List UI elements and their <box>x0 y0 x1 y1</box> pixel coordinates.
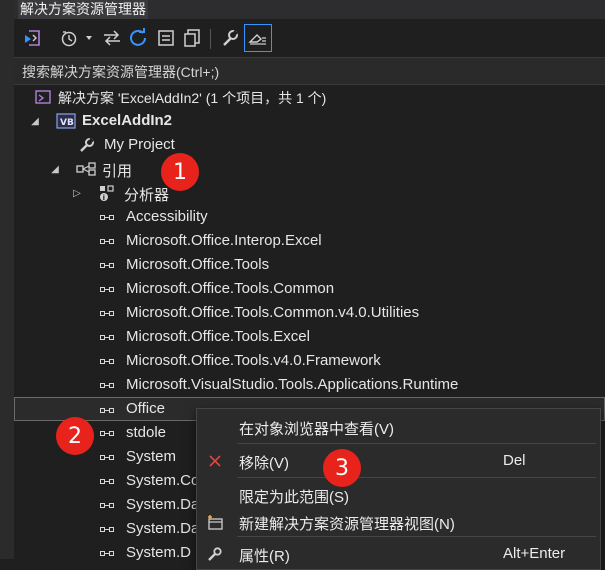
reference-icon <box>100 277 114 301</box>
reference-label: Microsoft.Office.Tools.Common.v4.0.Utili… <box>126 304 420 321</box>
reference-label: System.Da <box>126 496 200 513</box>
solution-icon <box>34 85 52 109</box>
reference-item[interactable]: Microsoft.Office.Tools.Common.v4.0.Utili… <box>14 301 605 325</box>
search-placeholder: 搜索解决方案资源管理器(Ctrl+;) <box>22 64 220 80</box>
remove-x-icon <box>203 445 227 477</box>
reference-item[interactable]: Microsoft.VisualStudio.Tools.Application… <box>14 373 605 397</box>
reference-item[interactable]: Microsoft.Office.Tools <box>14 253 605 277</box>
reference-icon <box>100 445 114 469</box>
menu-separator <box>237 536 596 537</box>
reference-icon <box>100 469 114 493</box>
reference-icon <box>100 541 114 565</box>
menu-item-shortcut: Del <box>503 452 526 469</box>
menu-item-label: 在对象浏览器中查看(V) <box>239 421 394 438</box>
svg-text:i: i <box>103 194 105 202</box>
menu-item-label: 新建解决方案资源管理器视图(N) <box>239 516 455 533</box>
reference-icon <box>100 398 114 422</box>
reference-item[interactable]: Microsoft.Office.Tools.Excel <box>14 325 605 349</box>
menu-separator <box>237 443 596 444</box>
context-menu: 在对象浏览器中查看(V) 移除(V) Del 限定为此范围(S) 新建解决方案资… <box>196 408 601 570</box>
reference-icon <box>100 493 114 517</box>
menu-item-remove[interactable]: 移除(V) Del <box>197 445 600 477</box>
menu-item-shortcut: Alt+Enter <box>503 545 566 562</box>
annotation-badge-1: 1 <box>161 153 199 191</box>
reference-label: Microsoft.Office.Tools <box>126 256 270 273</box>
reference-label: Microsoft.Office.Interop.Excel <box>126 232 322 249</box>
tree-item-project[interactable]: ◢ VB ExcelAddIn2 <box>14 109 605 133</box>
reference-icon <box>100 205 114 229</box>
vs-switch-view-icon[interactable] <box>20 25 46 51</box>
menu-item-label: 移除(V) <box>239 455 289 472</box>
my-project-label: My Project <box>104 136 175 153</box>
show-all-files-icon[interactable] <box>180 25 204 51</box>
reference-icon <box>100 229 114 253</box>
properties-wrench-icon[interactable] <box>218 25 242 51</box>
reference-label: Office <box>126 400 165 417</box>
reference-icon <box>100 301 114 325</box>
panel-title: 解决方案资源管理器 <box>18 0 148 19</box>
menu-separator <box>237 477 596 478</box>
reference-label: Microsoft.Office.Tools.Excel <box>126 328 310 345</box>
reference-icon <box>100 349 114 373</box>
chevron-down-icon[interactable] <box>82 25 96 51</box>
reference-icon <box>100 517 114 541</box>
toolbar-separator <box>210 29 211 49</box>
vb-project-icon: VB <box>56 109 76 133</box>
svg-text:VB: VB <box>60 118 74 128</box>
reference-label: Microsoft.Office.Tools.v4.0.Framework <box>126 352 381 369</box>
tree-item-references[interactable]: ◢ 引用 <box>14 157 605 181</box>
reference-icon <box>100 421 114 445</box>
solution-explorer-toolbar <box>14 19 605 57</box>
reference-icon <box>100 253 114 277</box>
reference-item[interactable]: Microsoft.Office.Tools.Common <box>14 277 605 301</box>
reference-label: System.Co <box>126 472 200 489</box>
reference-label: System.D <box>126 544 192 561</box>
wrench-icon <box>203 538 227 570</box>
reference-icon <box>100 325 114 349</box>
menu-item-view-in-object-browser[interactable]: 在对象浏览器中查看(V) <box>197 411 600 443</box>
refresh-icon[interactable] <box>126 25 150 51</box>
analyzer-icon: i <box>98 181 116 205</box>
tree-item-solution[interactable]: 解决方案 'ExcelAddIn2' (1 个项目，共 1 个) <box>14 85 605 109</box>
reference-icon <box>100 373 114 397</box>
wrench-icon <box>78 133 96 157</box>
annotation-badge-2: 2 <box>56 417 94 455</box>
menu-item-properties[interactable]: 属性(R) Alt+Enter <box>197 538 600 570</box>
reference-label: System.Da <box>126 520 200 537</box>
reference-item[interactable]: Microsoft.Office.Interop.Excel <box>14 229 605 253</box>
expanded-triangle-icon[interactable]: ◢ <box>48 157 62 181</box>
menu-item-new-view[interactable]: 新建解决方案资源管理器视图(N) <box>197 506 600 538</box>
new-view-icon <box>203 506 227 538</box>
search-input[interactable]: 搜索解决方案资源管理器(Ctrl+;) <box>14 57 605 85</box>
reference-label: System <box>126 448 177 465</box>
reference-label: Accessibility <box>126 208 208 225</box>
preview-selected-icon[interactable] <box>244 24 272 52</box>
expanded-triangle-icon[interactable]: ◢ <box>28 109 42 133</box>
history-icon[interactable] <box>58 25 80 51</box>
menu-item-label: 限定为此范围(S) <box>239 489 349 506</box>
menu-item-label: 属性(R) <box>239 548 290 565</box>
solution-label: 解决方案 'ExcelAddIn2' (1 个项目，共 1 个) <box>58 90 327 106</box>
reference-item[interactable]: Accessibility <box>14 205 605 229</box>
references-icon <box>76 157 98 181</box>
reference-label: Microsoft.VisualStudio.Tools.Application… <box>126 376 459 393</box>
analyzers-label: 分析器 <box>124 187 170 204</box>
tree-item-analyzers[interactable]: ▷ i 分析器 <box>14 181 605 205</box>
sync-icon[interactable] <box>100 25 124 51</box>
panel-title-bar: 解决方案资源管理器 <box>14 0 605 19</box>
project-label: ExcelAddIn2 <box>82 112 173 129</box>
tree-item-my-project[interactable]: My Project <box>14 133 605 157</box>
collapsed-triangle-icon[interactable]: ▷ <box>70 181 84 205</box>
reference-label: stdole <box>126 424 167 441</box>
reference-label: Microsoft.Office.Tools.Common <box>126 280 335 297</box>
reference-item[interactable]: Microsoft.Office.Tools.v4.0.Framework <box>14 349 605 373</box>
references-label: 引用 <box>102 163 133 180</box>
annotation-badge-3: 3 <box>323 449 361 487</box>
left-dock-strip <box>0 0 14 559</box>
collapse-all-icon[interactable] <box>154 25 178 51</box>
